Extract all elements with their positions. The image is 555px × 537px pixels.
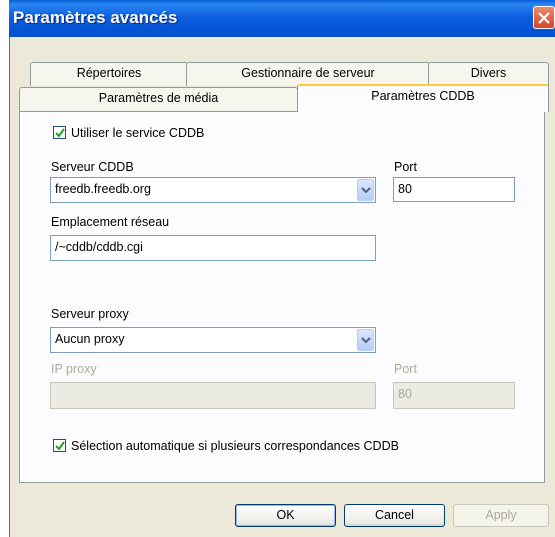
location-value: /~cddb/cddb.cgi <box>55 240 143 254</box>
proxy-dropdown-button[interactable] <box>357 329 374 351</box>
proxy-value: Aucun proxy <box>55 332 125 346</box>
checkmark-icon <box>55 128 65 138</box>
proxy-ip-label: IP proxy <box>51 362 97 376</box>
chevron-down-icon <box>361 337 371 344</box>
use-cddb-label: Utiliser le service CDDB <box>71 126 205 140</box>
tab-label: Divers <box>470 66 507 80</box>
server-value: freedb.freedb.org <box>55 182 151 196</box>
port-label: Port <box>394 160 417 174</box>
checkmark-icon <box>55 441 65 451</box>
window-title: Paramètres avancés <box>13 8 178 27</box>
tab-label: Paramètres de média <box>98 91 219 105</box>
tab-divers[interactable]: Divers <box>428 62 549 86</box>
tab-repertoires[interactable]: Répertoires <box>30 62 188 86</box>
location-label: Emplacement réseau <box>51 215 170 229</box>
title-bar[interactable]: Paramètres avancés <box>9 0 555 37</box>
tab-parametres-media[interactable]: Paramètres de média <box>19 87 298 111</box>
ok-button[interactable]: OK <box>235 504 336 527</box>
auto-select-checkbox[interactable] <box>53 439 66 452</box>
tab-gestionnaire-serveur[interactable]: Gestionnaire de serveur <box>186 62 430 86</box>
proxy-server-label: Serveur proxy <box>51 307 129 321</box>
proxy-dropdown[interactable]: Aucun proxy <box>50 327 376 353</box>
apply-label: Apply <box>485 508 517 522</box>
port-value: 80 <box>398 182 412 196</box>
tab-label: Répertoires <box>76 66 142 80</box>
port-input[interactable]: 80 <box>393 177 515 202</box>
dialog-window: Paramètres avancés Répertoires Gestionna… <box>9 0 555 537</box>
tab-label: Paramètres CDDB <box>371 89 475 103</box>
tab-parametres-cddb[interactable]: Paramètres CDDB <box>297 84 549 112</box>
server-dropdown-button[interactable] <box>357 179 374 201</box>
window-border <box>9 37 10 537</box>
close-button[interactable] <box>533 6 555 29</box>
proxy-port-value: 80 <box>398 387 412 401</box>
location-input[interactable]: /~cddb/cddb.cgi <box>50 235 376 261</box>
proxy-port-input[interactable]: 80 <box>393 382 515 409</box>
cancel-button[interactable]: Cancel <box>344 504 445 527</box>
proxy-ip-input[interactable] <box>50 382 376 409</box>
tab-label: Gestionnaire de serveur <box>241 66 375 80</box>
auto-select-label: Sélection automatique si plusieurs corre… <box>71 439 399 453</box>
server-dropdown[interactable]: freedb.freedb.org <box>50 177 376 203</box>
use-cddb-checkbox[interactable] <box>53 126 66 139</box>
server-label: Serveur CDDB <box>51 160 134 174</box>
cancel-label: Cancel <box>375 508 414 522</box>
proxy-port-label: Port <box>394 362 417 376</box>
chevron-down-icon <box>361 187 371 194</box>
close-icon <box>538 12 550 24</box>
ok-label: OK <box>276 508 295 522</box>
apply-button[interactable]: Apply <box>453 504 549 527</box>
